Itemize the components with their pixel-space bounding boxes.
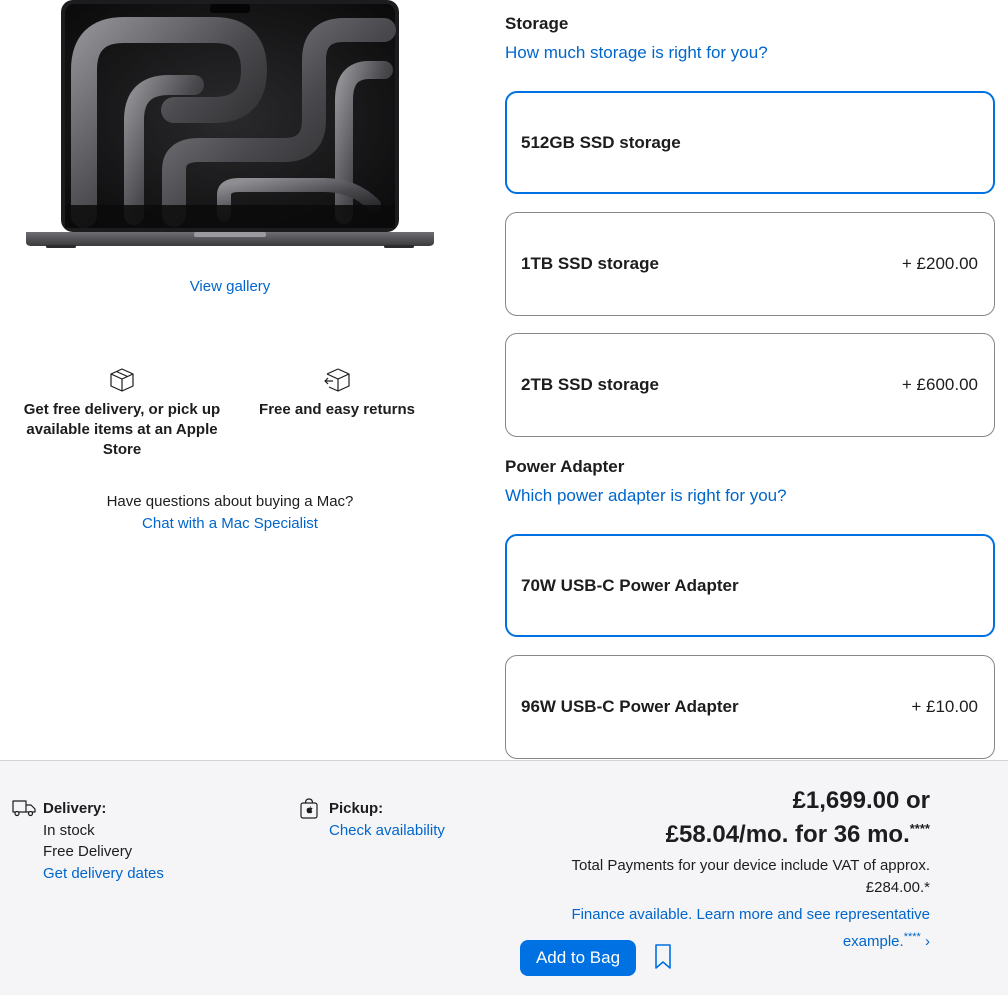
finance-footnote: **** <box>903 931 921 943</box>
delivery-dates-link[interactable]: Get delivery dates <box>43 863 243 885</box>
storage-option-2tb[interactable]: 2TB SSD storage + £600.00 <box>505 333 995 437</box>
power-help-link[interactable]: Which power adapter is right for you? <box>505 486 787 506</box>
option-name: 70W USB-C Power Adapter <box>521 575 739 595</box>
power-option-96w[interactable]: 96W USB-C Power Adapter + £10.00 <box>505 655 995 759</box>
chat-specialist-link[interactable]: Chat with a Mac Specialist <box>0 513 460 535</box>
questions-block: Have questions about buying a Mac? Chat … <box>0 491 460 535</box>
questions-text: Have questions about buying a Mac? <box>106 493 354 510</box>
option-price: + £10.00 <box>911 697 978 716</box>
purchase-bar: Delivery: In stock Free Delivery Get del… <box>0 760 1008 995</box>
store-bag-icon <box>300 798 318 819</box>
option-price: + £200.00 <box>901 254 978 273</box>
macbook-image[interactable] <box>24 0 436 250</box>
storage-help-link[interactable]: How much storage is right for you? <box>505 43 768 63</box>
feature-delivery: Get free delivery, or pick up available … <box>14 366 230 460</box>
option-price: + £600.00 <box>901 375 978 394</box>
delivery-label: Delivery: <box>43 800 107 817</box>
price-monthly: £58.04/mo. for 36 mo.**** <box>510 815 930 849</box>
vat-note: Total Payments for your device include V… <box>571 857 930 896</box>
add-to-bag-button[interactable]: Add to Bag <box>520 940 636 976</box>
feature-returns: Free and easy returns <box>240 366 434 420</box>
delivery-status: In stock <box>43 821 95 839</box>
option-name: 96W USB-C Power Adapter <box>521 697 739 716</box>
storage-title: Storage <box>505 14 569 33</box>
power-title: Power Adapter <box>505 457 625 476</box>
price-monthly-text: £58.04/mo. for 36 mo. <box>665 821 910 848</box>
feature-returns-text: Free and easy returns <box>259 401 415 418</box>
price-summary: £1,699.00 or £58.04/mo. for 36 mo.**** T… <box>510 787 930 953</box>
box-icon <box>110 368 134 392</box>
feature-delivery-text: Get free delivery, or pick up available … <box>23 401 221 458</box>
storage-option-1tb[interactable]: 1TB SSD storage + £200.00 <box>505 212 995 316</box>
price-full: £1,699.00 or <box>792 787 930 814</box>
chevron-right-icon: › <box>925 933 930 950</box>
bookmark-icon[interactable] <box>654 944 672 970</box>
page: View gallery Get free delivery, or pick … <box>0 0 1008 995</box>
check-availability-link[interactable]: Check availability <box>329 820 529 842</box>
price-monthly-footnote: **** <box>909 821 930 836</box>
option-name: 2TB SSD storage <box>521 375 659 394</box>
box-return-icon <box>324 368 350 392</box>
storage-option-512gb[interactable]: 512GB SSD storage <box>505 91 995 194</box>
option-name: 1TB SSD storage <box>521 254 659 273</box>
pickup-label: Pickup: <box>329 800 384 817</box>
delivery-truck-icon <box>12 800 36 817</box>
view-gallery-link[interactable]: View gallery <box>0 278 460 295</box>
delivery-fee: Free Delivery <box>43 843 133 860</box>
option-name: 512GB SSD storage <box>521 132 681 152</box>
power-option-70w[interactable]: 70W USB-C Power Adapter <box>505 534 995 637</box>
